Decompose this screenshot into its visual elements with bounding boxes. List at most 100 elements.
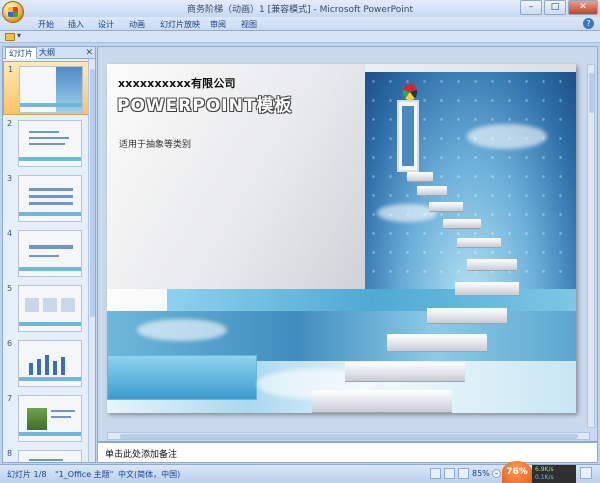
stair-step bbox=[429, 202, 463, 212]
thumb-line bbox=[51, 416, 71, 418]
stair-step bbox=[455, 282, 519, 296]
editor-horizontal-scrollbar[interactable] bbox=[107, 432, 590, 440]
thumbnail-number: 6 bbox=[7, 339, 13, 348]
thumbnail-item[interactable]: 3 bbox=[3, 171, 89, 225]
thumb-box bbox=[25, 298, 39, 312]
thumb-band bbox=[19, 322, 81, 326]
thumb-line bbox=[29, 202, 73, 205]
cloud-shape bbox=[467, 124, 547, 149]
thumb-bar bbox=[29, 363, 33, 375]
thumbnail-number: 2 bbox=[7, 119, 13, 128]
sky-block bbox=[107, 355, 257, 400]
scrollbar-thumb[interactable] bbox=[120, 434, 578, 439]
fit-to-window-button[interactable] bbox=[580, 467, 592, 479]
help-icon[interactable]: ? bbox=[583, 18, 594, 29]
thumbnail-item[interactable]: 5 bbox=[3, 281, 89, 335]
office-button[interactable] bbox=[2, 1, 24, 23]
zoom-out-button[interactable]: – bbox=[492, 469, 501, 478]
close-button[interactable]: ✕ bbox=[568, 0, 598, 15]
thumb-box bbox=[43, 298, 57, 312]
thumb-band bbox=[19, 377, 81, 381]
tab-slideshow[interactable]: 幻灯片放映 bbox=[160, 19, 200, 30]
minimize-button[interactable]: – bbox=[520, 0, 542, 15]
thumbnail-number: 1 bbox=[8, 65, 14, 74]
thumbnail-item[interactable]: 7 bbox=[3, 391, 89, 445]
slide-sorter-button[interactable] bbox=[444, 468, 455, 479]
slide-thumbnail bbox=[18, 340, 82, 387]
tab-view[interactable]: 视图 bbox=[241, 19, 257, 30]
cloud-shape bbox=[377, 204, 437, 222]
stair-step bbox=[387, 334, 487, 352]
stair-step bbox=[467, 259, 517, 271]
thumbnail-item[interactable]: 4 bbox=[3, 226, 89, 280]
slide-thumbnail bbox=[18, 120, 82, 167]
thumbnail-item[interactable]: 8 bbox=[3, 446, 89, 462]
tab-insert[interactable]: 插入 bbox=[68, 19, 84, 30]
slide-thumbnail bbox=[18, 450, 82, 462]
window-controls: – □ ✕ bbox=[520, 0, 598, 15]
theme-name: "1_Office 主题" bbox=[55, 470, 114, 479]
upload-speed: 6.9K/s bbox=[535, 466, 554, 473]
tab-home[interactable]: 开始 bbox=[38, 19, 54, 30]
thumb-band bbox=[19, 432, 81, 436]
thumbnail-item[interactable]: 2 bbox=[3, 116, 89, 170]
customize-qat-dropdown[interactable]: ▾ bbox=[17, 31, 21, 40]
scrollbar-thumb[interactable] bbox=[589, 73, 594, 113]
maximize-button[interactable]: □ bbox=[544, 0, 566, 15]
office-logo-icon bbox=[8, 7, 18, 17]
slide-thumbnail bbox=[18, 285, 82, 332]
thumb-line bbox=[29, 137, 69, 139]
network-speed-indicator[interactable]: 76% bbox=[502, 461, 532, 483]
thumbnail-item[interactable]: 1 bbox=[3, 61, 89, 115]
slide-thumbnail bbox=[18, 395, 82, 442]
thumb-bar bbox=[53, 361, 57, 375]
editor-vertical-scrollbar[interactable] bbox=[587, 64, 595, 428]
pane-tabs: 幻灯片 大纲 ✕ bbox=[3, 47, 95, 59]
stair-step bbox=[417, 186, 447, 196]
slide-editor: xxxxxxxxxx有限公司 POWERPOINT模板 适用于抽象等类别 bbox=[97, 46, 598, 442]
thumb-line bbox=[29, 255, 59, 257]
company-name[interactable]: xxxxxxxxxx有限公司 bbox=[118, 75, 236, 91]
thumbnail-number: 3 bbox=[7, 174, 13, 183]
thumbnail-number: 4 bbox=[7, 229, 13, 238]
tab-slides[interactable]: 幻灯片 bbox=[5, 47, 37, 59]
door-frame bbox=[397, 100, 419, 172]
thumb-line bbox=[29, 131, 59, 133]
title-bar: 商务阶梯（动画）1 [兼容模式] - Microsoft PowerPoint … bbox=[0, 0, 600, 17]
cloud-shape bbox=[137, 319, 227, 341]
slide-canvas[interactable]: xxxxxxxxxx有限公司 POWERPOINT模板 适用于抽象等类别 bbox=[107, 64, 576, 413]
open-folder-icon[interactable] bbox=[5, 33, 15, 41]
stair-step bbox=[312, 390, 452, 413]
stair-step bbox=[407, 172, 433, 182]
tab-review[interactable]: 审阅 bbox=[210, 19, 226, 30]
normal-view-button[interactable] bbox=[430, 468, 441, 479]
tab-design[interactable]: 设计 bbox=[98, 19, 114, 30]
thumb-line bbox=[29, 195, 73, 198]
slide-thumbnail bbox=[18, 230, 82, 277]
slideshow-button[interactable] bbox=[458, 468, 469, 479]
thumb-band bbox=[20, 103, 82, 107]
thumb-bar bbox=[61, 357, 65, 375]
tab-outline[interactable]: 大纲 bbox=[36, 47, 58, 59]
stair-step bbox=[427, 308, 507, 324]
thumbnail-item[interactable]: 6 bbox=[3, 336, 89, 390]
thumbnail-scrollbar[interactable] bbox=[88, 59, 95, 462]
language-status[interactable]: 中文(简体，中国) bbox=[118, 469, 180, 480]
thumb-bar bbox=[37, 359, 41, 375]
notes-placeholder: 单击此处添加备注 bbox=[105, 450, 178, 460]
slide-title[interactable]: POWERPOINT模板 bbox=[117, 91, 292, 116]
stair-step bbox=[345, 362, 465, 382]
slide-subtitle[interactable]: 适用于抽象等类别 bbox=[119, 137, 191, 150]
scrollbar-thumb[interactable] bbox=[90, 69, 95, 317]
thumb-bar bbox=[45, 355, 49, 375]
slide-counter: 幻灯片 1/8 bbox=[7, 470, 47, 479]
thumb-band bbox=[19, 212, 81, 216]
tab-animations[interactable]: 动画 bbox=[129, 19, 145, 30]
thumb-band bbox=[19, 157, 81, 161]
zoom-level[interactable]: 85% bbox=[472, 469, 490, 478]
download-speed: 0.1K/s bbox=[535, 474, 554, 481]
quick-access-toolbar: ▾ bbox=[0, 31, 600, 43]
stair-step bbox=[443, 219, 481, 229]
notes-pane[interactable]: 单击此处添加备注 bbox=[97, 442, 598, 463]
pane-close-icon[interactable]: ✕ bbox=[85, 47, 93, 59]
